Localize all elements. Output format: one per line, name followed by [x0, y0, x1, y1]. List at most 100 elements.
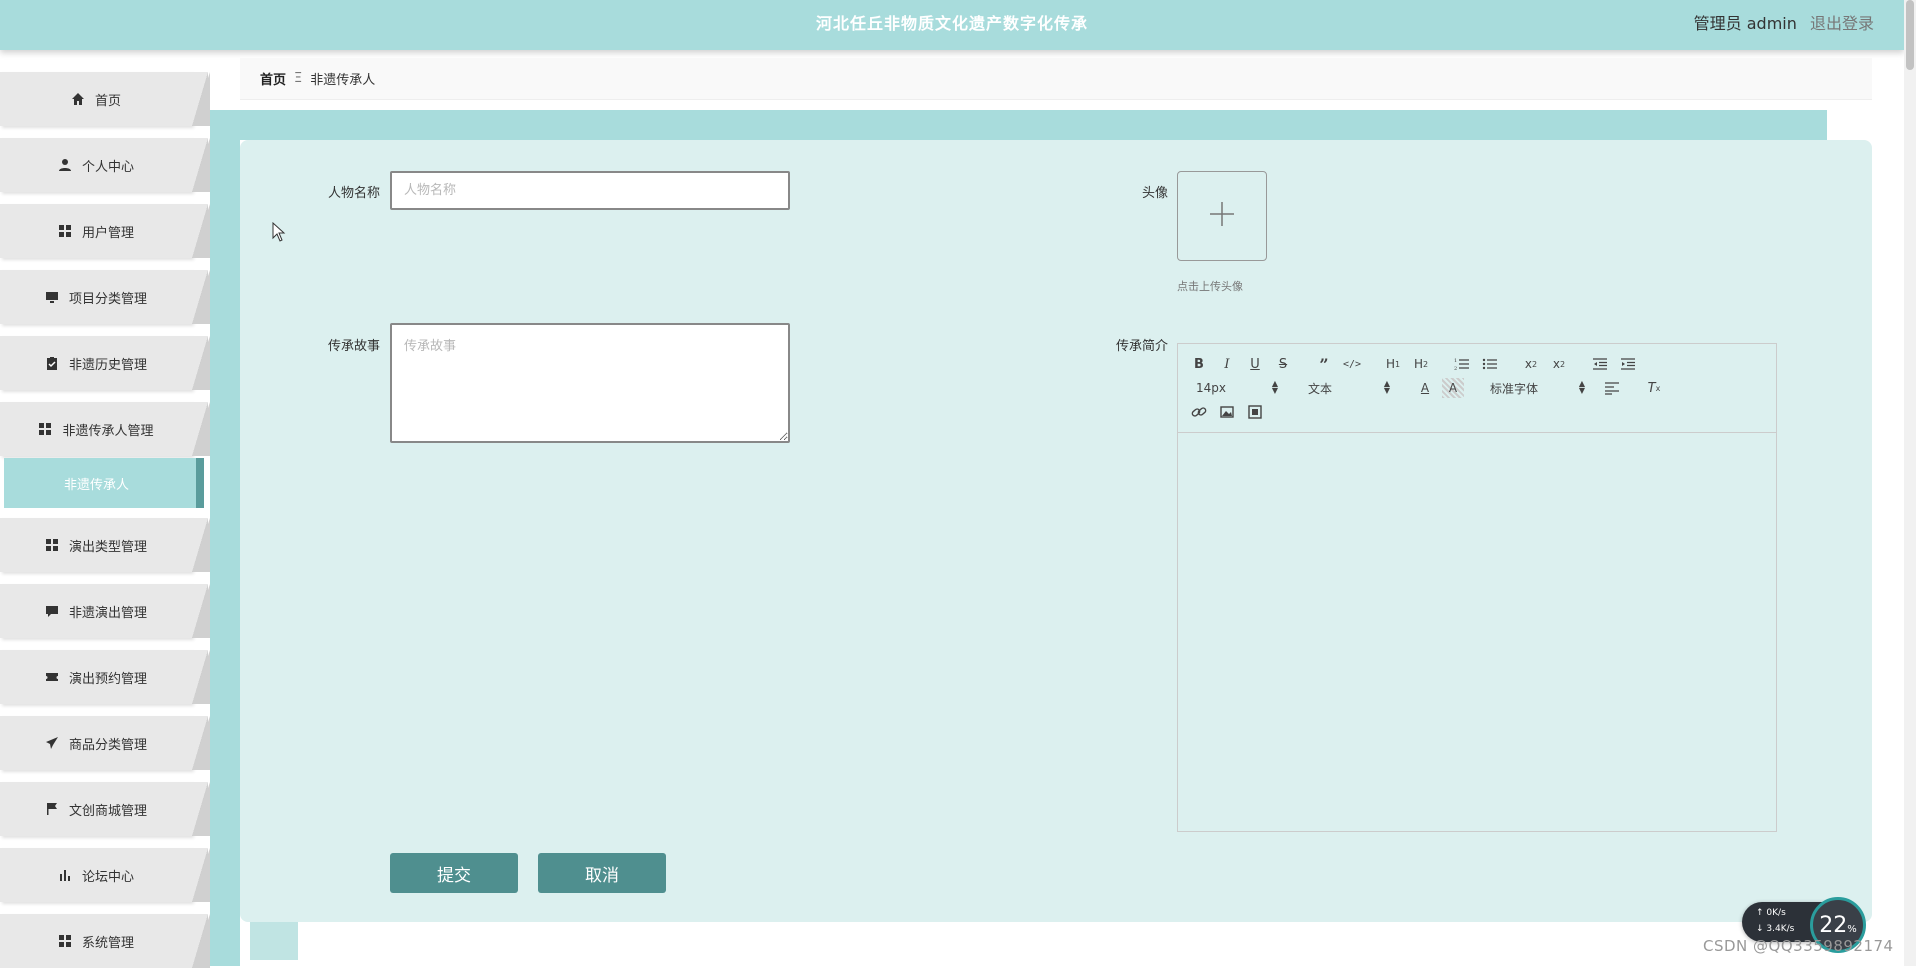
clear-format-icon[interactable]: Tx: [1643, 378, 1665, 398]
sidebar-item-booking[interactable]: 演出预约管理: [0, 650, 208, 704]
comment-icon: [45, 604, 59, 618]
sidebar-item-shop[interactable]: 文创商城管理: [0, 782, 208, 836]
breadcrumb: 首页 Ξ 非遗传承人: [240, 58, 1872, 100]
sidebar: 首页 个人中心 用户管理 项目分类管理 非遗历史管理 非遗传承人管理 非遗传承人: [0, 62, 210, 968]
sidebar-item-label: 个人中心: [81, 159, 134, 175]
sidebar-item-system[interactable]: 系统管理: [0, 914, 208, 968]
bold-icon[interactable]: B: [1188, 354, 1210, 374]
content-top-band: [210, 110, 1827, 140]
font-family-value: 标准字体: [1490, 381, 1539, 396]
name-label: 人物名称: [327, 186, 380, 201]
sidebar-item-label: 系统管理: [81, 935, 134, 951]
sidebar-item-label: 文创商城管理: [68, 803, 147, 819]
sidebar-item-label: 项目分类管理: [68, 291, 147, 307]
indent-icon[interactable]: [1617, 354, 1639, 374]
home-icon: [71, 92, 85, 106]
blockquote-icon[interactable]: ”: [1313, 354, 1335, 374]
ordered-list-icon[interactable]: 12: [1451, 354, 1473, 374]
sidebar-item-history[interactable]: 非遗历史管理: [0, 336, 208, 390]
sidebar-item-show-type[interactable]: 演出类型管理: [0, 518, 208, 572]
editor-content-area[interactable]: [1178, 433, 1776, 831]
app-title: 河北任丘非物质文化遗产数字化传承: [815, 14, 1088, 33]
grid-icon: [38, 422, 52, 436]
breadcrumb-home[interactable]: 首页: [260, 69, 286, 88]
link-icon[interactable]: [1188, 402, 1210, 422]
background-color-icon[interactable]: A: [1442, 378, 1464, 398]
flag-icon: [45, 802, 59, 816]
avatar-hint: 点击上传头像: [1177, 280, 1243, 293]
code-block-icon[interactable]: </>: [1341, 354, 1363, 374]
font-size-select[interactable]: 14px ▲ ▼: [1196, 378, 1278, 398]
header2-icon[interactable]: H2: [1410, 354, 1432, 374]
download-rate: ↓ 3.4K/s: [1756, 924, 1795, 934]
upload-rate: ↑ 0K/s: [1756, 908, 1786, 918]
sidebar-item-forum[interactable]: 论坛中心: [0, 848, 208, 902]
image-icon[interactable]: [1216, 402, 1238, 422]
name-input[interactable]: [390, 171, 790, 210]
page-scrollbar[interactable]: [1904, 0, 1916, 966]
subscript-icon[interactable]: x2: [1520, 354, 1542, 374]
align-icon[interactable]: [1601, 378, 1623, 398]
header-select-value: 文本: [1308, 381, 1333, 396]
editor-toolbar: B I U S ” </> H1 H2 12 x2 x2 14px ▲ ▼ 文本 …: [1178, 344, 1776, 433]
superscript-icon[interactable]: x2: [1548, 354, 1570, 374]
underline-icon[interactable]: U: [1244, 354, 1266, 374]
sidebar-item-label: 首页: [94, 93, 121, 109]
video-icon[interactable]: [1244, 402, 1266, 422]
bottom-gap: [325, 922, 1905, 966]
sidebar-item-label: 非遗传承人管理: [62, 423, 154, 439]
top-header: 河北任丘非物质文化遗产数字化传承 管理员 admin 退出登录: [0, 0, 1904, 50]
ticket-icon: [45, 670, 59, 684]
send-icon: [45, 736, 59, 750]
clipboard-icon: [45, 356, 59, 370]
sidebar-item-label: 非遗演出管理: [68, 605, 147, 621]
bullet-list-icon[interactable]: [1479, 354, 1501, 374]
outdent-icon[interactable]: [1589, 354, 1611, 374]
sidebar-subitem-inheritor[interactable]: 非遗传承人: [4, 458, 204, 508]
submit-button[interactable]: 提交: [390, 853, 518, 893]
sidebar-item-home[interactable]: 首页: [0, 72, 208, 126]
user-role: 管理员: [1693, 14, 1742, 33]
avatar-label: 头像: [1141, 186, 1168, 201]
font-color-icon[interactable]: A: [1414, 378, 1436, 398]
monitor-icon: [45, 290, 59, 304]
grid-icon: [58, 224, 72, 238]
intro-label: 传承简介: [1115, 339, 1168, 354]
breadcrumb-separator: Ξ: [294, 71, 303, 86]
sidebar-item-inheritor-mgmt[interactable]: 非遗传承人管理: [0, 402, 208, 456]
logout-link[interactable]: 退出登录: [1810, 14, 1874, 33]
header-select[interactable]: 文本 ▲ ▼: [1308, 378, 1390, 398]
font-family-select[interactable]: 标准字体 ▲ ▼: [1490, 378, 1585, 398]
sidebar-item-users[interactable]: 用户管理: [0, 204, 208, 258]
sidebar-item-label: 商品分类管理: [68, 737, 147, 753]
scrollbar-thumb[interactable]: [1906, 0, 1914, 70]
avatar-upload-button[interactable]: [1177, 171, 1267, 261]
mouse-cursor-icon: [272, 221, 286, 246]
sidebar-item-label: 用户管理: [81, 225, 134, 241]
select-arrows-icon: ▲ ▼: [1578, 379, 1585, 395]
italic-icon[interactable]: I: [1216, 354, 1238, 374]
cancel-button[interactable]: 取消: [538, 853, 666, 893]
network-speed-widget[interactable]: ↑ 0K/s ↓ 3.4K/s 22%: [1742, 897, 1866, 953]
user-area: 管理员 admin 退出登录: [1694, 10, 1874, 34]
user-name: admin: [1746, 14, 1797, 33]
plus-icon: [1208, 200, 1236, 232]
sidebar-item-label: 演出预约管理: [68, 671, 147, 687]
cpu-usage-value: 22: [1819, 912, 1848, 938]
sidebar-item-label: 论坛中心: [81, 869, 134, 885]
story-textarea[interactable]: [390, 323, 790, 443]
strike-icon[interactable]: S: [1272, 354, 1294, 374]
header1-icon[interactable]: H1: [1382, 354, 1404, 374]
svg-text:1: 1: [1454, 358, 1457, 364]
sidebar-item-project-category[interactable]: 项目分类管理: [0, 270, 208, 324]
sidebar-item-profile[interactable]: 个人中心: [0, 138, 208, 192]
rich-text-editor: B I U S ” </> H1 H2 12 x2 x2 14px ▲ ▼ 文本 …: [1177, 343, 1777, 832]
bottom-chip: [250, 922, 298, 960]
bar-chart-icon: [58, 868, 72, 882]
select-arrows-icon: ▲ ▼: [1271, 379, 1278, 395]
cpu-usage-unit: %: [1847, 923, 1857, 935]
sidebar-item-goods-category[interactable]: 商品分类管理: [0, 716, 208, 770]
sidebar-item-show-mgmt[interactable]: 非遗演出管理: [0, 584, 208, 638]
font-size-value: 14px: [1196, 381, 1226, 395]
content-left-strip: [210, 110, 240, 966]
